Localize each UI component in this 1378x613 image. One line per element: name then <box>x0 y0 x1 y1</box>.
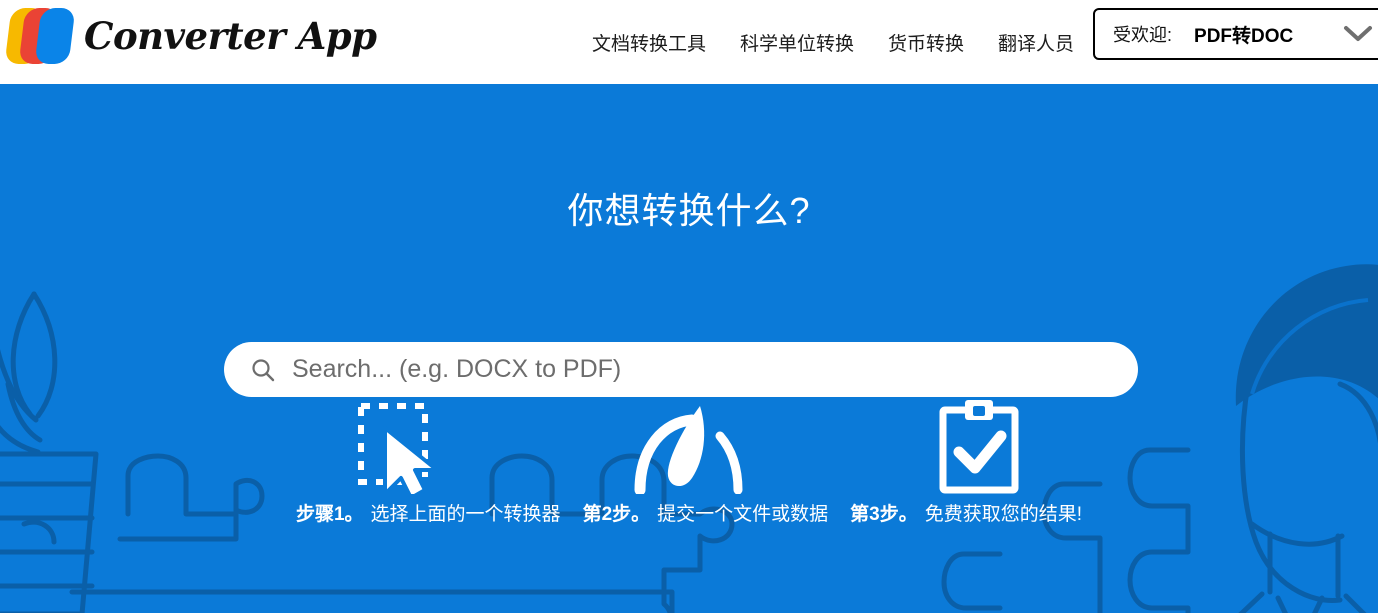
search-box[interactable] <box>224 342 1138 397</box>
converter-app-logo-icon <box>4 8 76 64</box>
step-3-description: 免费获取您的结果! <box>924 504 1083 525</box>
site-header: Converter App 文档转换工具 科学单位转换 货币转换 翻译人员 Bl… <box>0 0 1378 84</box>
step-3: 第3步。 免费获取您的结果! <box>850 499 1082 526</box>
step-3-number: 第3步。 <box>850 504 918 525</box>
hero-section: 你想转换什么? Search... (e.g. DOCX to PDF) 步骤1… <box>0 84 1378 613</box>
brand-logo[interactable]: Converter App <box>4 8 377 64</box>
speedometer-icon <box>634 394 744 494</box>
step-1: 步骤1。 选择上面的一个转换器 <box>296 499 561 526</box>
step-1-number: 步骤1。 <box>295 504 364 525</box>
clipboard-check-icon <box>924 394 1034 494</box>
popular-dropdown-label: 受欢迎: <box>1113 25 1173 45</box>
popular-dropdown-value: PDF转DOC <box>1194 25 1294 47</box>
popular-conversion-dropdown[interactable]: 受欢迎: PDF转DOC <box>1093 8 1378 60</box>
search-icon <box>250 357 276 383</box>
nav-translators[interactable]: 翻译人员 <box>981 29 1091 56</box>
steps-icon-row <box>0 390 1378 494</box>
nav-document-converter[interactable]: 文档转换工具 <box>575 29 723 56</box>
step-1-description: 选择上面的一个转换器 <box>370 504 561 525</box>
brand-name: Converter App <box>84 14 377 58</box>
cursor-select-icon <box>344 394 454 494</box>
nav-scientific-units[interactable]: 科学单位转换 <box>723 29 871 56</box>
search-input[interactable] <box>292 355 1138 384</box>
step-2: 第2步。 提交一个文件或数据 <box>583 499 829 526</box>
chevron-down-icon <box>1343 25 1373 43</box>
step-2-number: 第2步。 <box>582 504 651 525</box>
steps-text-row: 步骤1。 选择上面的一个转换器 第2步。 提交一个文件或数据 第3步。 免费获取… <box>0 499 1378 526</box>
nav-currency[interactable]: 货币转换 <box>871 29 981 56</box>
step-2-description: 提交一个文件或数据 <box>657 504 829 525</box>
page-title: 你想转换什么? <box>567 190 811 231</box>
main-navigation: 文档转换工具 科学单位转换 货币转换 翻译人员 Blog <box>575 0 1166 84</box>
